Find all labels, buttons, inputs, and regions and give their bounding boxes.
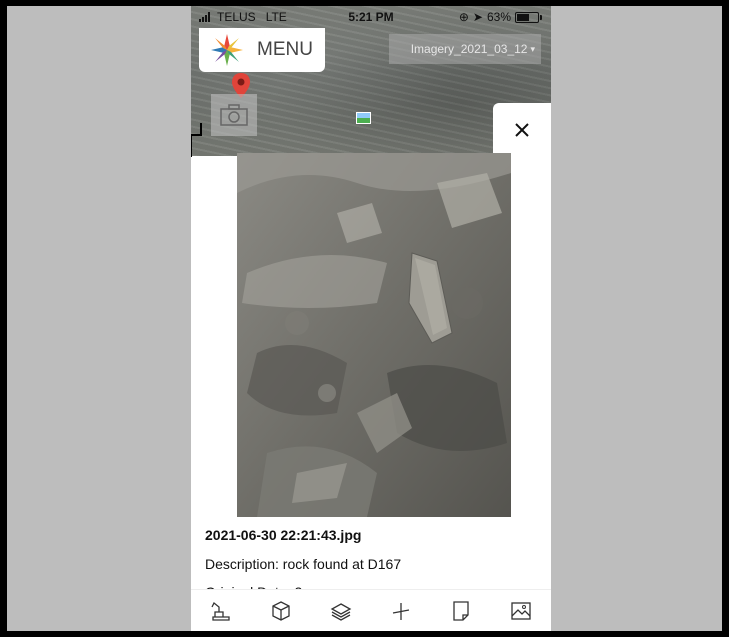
status-bar: TELUS LTE 5:21 PM ⊕ ➤ 63% xyxy=(191,6,551,28)
battery-percent: 63% xyxy=(486,10,511,24)
photo-description: Description: rock found at D167 xyxy=(205,556,402,572)
photo-filename: 2021-06-30 22:21:43.jpg xyxy=(205,527,362,543)
close-button[interactable] xyxy=(493,103,551,156)
imagery-button[interactable] xyxy=(506,596,536,626)
menu-label: MENU xyxy=(257,39,313,60)
close-icon xyxy=(515,122,529,137)
boundary-polygon xyxy=(191,123,202,157)
layers-button[interactable] xyxy=(326,596,356,626)
excavator-icon xyxy=(211,601,230,621)
orientation-lock-icon: ⊕ xyxy=(458,10,469,24)
screenshot-frame: TELUS LTE 5:21 PM ⊕ ➤ 63% MENU Imagery_2… xyxy=(7,6,722,631)
measure-icon xyxy=(392,603,410,620)
photo-marker-icon[interactable] xyxy=(356,112,371,124)
notes-button[interactable] xyxy=(446,596,476,626)
rock-photo xyxy=(237,153,511,517)
layers-icon xyxy=(330,603,352,621)
imagery-value: Imagery_2021_03_12 xyxy=(410,42,528,56)
battery-icon xyxy=(515,11,542,23)
cube-icon xyxy=(272,601,290,621)
model-3d-button[interactable] xyxy=(266,596,296,626)
excavator-button[interactable] xyxy=(206,596,236,626)
measure-button[interactable] xyxy=(386,596,416,626)
image-icon xyxy=(511,602,531,620)
note-icon xyxy=(453,601,469,621)
menu-button[interactable]: MENU xyxy=(199,28,325,72)
chevron-down-icon: ▾ xyxy=(530,43,535,54)
location-arrow-icon: ➤ xyxy=(472,10,483,24)
phone-screen: TELUS LTE 5:21 PM ⊕ ➤ 63% MENU Imagery_2… xyxy=(191,6,551,631)
app-logo-icon xyxy=(211,34,243,66)
bottom-toolbar xyxy=(191,589,551,631)
imagery-selector[interactable]: Imagery_2021_03_12 ▾ xyxy=(389,34,541,64)
